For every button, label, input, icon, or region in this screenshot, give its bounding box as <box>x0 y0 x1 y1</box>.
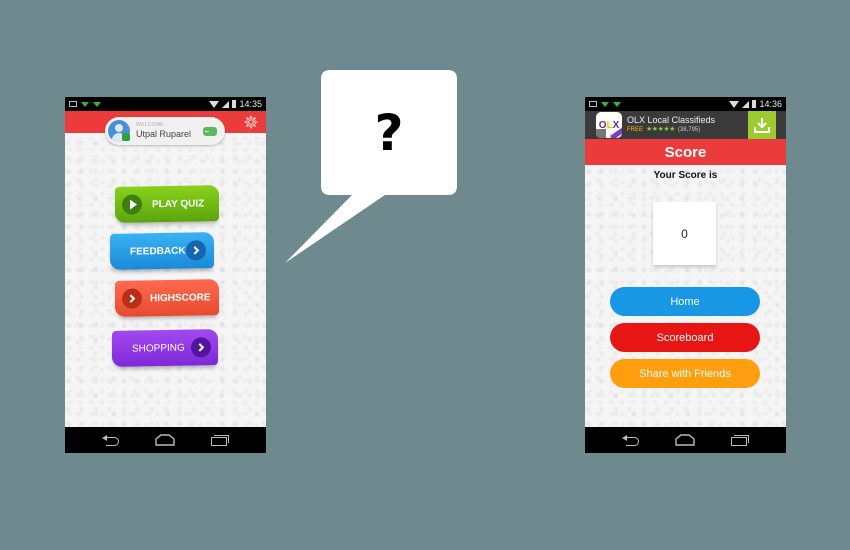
play-quiz-label: PLAY QUIZ <box>152 197 205 210</box>
question-mark: ? <box>374 104 403 162</box>
navigation-bar <box>65 427 266 453</box>
status-time: 14:36 <box>759 99 782 109</box>
highscore-label: HIGHSCORE <box>150 291 211 304</box>
chevron-right-icon <box>190 246 200 255</box>
signal-icon <box>222 100 230 108</box>
play-icon <box>129 199 137 210</box>
recent-apps-icon[interactable] <box>210 434 229 446</box>
highscore-button[interactable]: HIGHSCORE <box>115 279 219 317</box>
background-pattern <box>65 97 266 453</box>
speech-bubble: ? <box>285 70 457 263</box>
chevron-right-icon <box>195 343 205 352</box>
wifi-icon <box>729 100 740 108</box>
download-button[interactable] <box>748 111 776 139</box>
score-value: 0 <box>653 202 716 265</box>
profile-card[interactable]: WELCOME Utpal Ruparel <box>105 117 225 145</box>
battery-icon <box>232 100 237 108</box>
home-button[interactable]: Home <box>610 287 760 316</box>
feedback-label: FEEDBACK <box>130 245 186 258</box>
signal-icon <box>742 100 750 108</box>
shopping-button[interactable]: SHOPPING <box>112 329 218 367</box>
ad-banner[interactable]: OLX OLX Local Classifieds FREE ★★★★★ (38… <box>585 111 786 139</box>
score-title: Score <box>585 139 786 165</box>
play-quiz-button[interactable]: PLAY QUIZ <box>115 185 219 223</box>
download-notification-icon <box>601 101 609 107</box>
chevron-right-icon <box>126 294 136 303</box>
share-with-friends-button[interactable]: Share with Friends <box>610 359 760 388</box>
home-icon[interactable] <box>154 434 176 446</box>
phone-score-screen: 14:36 OLX OLX Local Classifieds FREE ★★★… <box>585 97 786 453</box>
image-notification-icon <box>69 101 77 107</box>
gear-icon[interactable] <box>244 115 258 129</box>
olx-logo: OLX <box>596 112 622 138</box>
status-bar: 14:36 <box>585 97 786 111</box>
back-icon[interactable] <box>622 435 640 446</box>
feedback-button[interactable]: FEEDBACK <box>110 232 214 270</box>
download-icon <box>754 118 770 133</box>
scoreboard-button[interactable]: Scoreboard <box>610 323 760 352</box>
ad-rating-stars: ★★★★★ <box>646 126 675 134</box>
ad-price: FREE <box>627 126 644 133</box>
image-notification-icon <box>589 101 597 107</box>
wifi-icon <box>209 100 220 108</box>
status-time: 14:35 <box>239 99 262 109</box>
gamepad-icon[interactable] <box>203 126 217 136</box>
download-notification-icon <box>613 101 621 107</box>
score-caption: Your Score is <box>653 170 718 181</box>
user-name: Utpal Ruparel <box>136 129 192 139</box>
navigation-bar <box>585 427 786 453</box>
battery-icon <box>752 100 757 108</box>
recent-apps-icon[interactable] <box>730 434 749 446</box>
phone-home-screen: 14:35 WELCOME Utpal Ruparel PLAY QUIZ FE… <box>65 97 266 453</box>
status-bar: 14:35 <box>65 97 266 111</box>
back-icon[interactable] <box>102 435 120 446</box>
ad-title: OLX Local Classifieds <box>627 115 716 126</box>
google-plus-badge-icon <box>122 133 130 141</box>
ad-rating-count: (38,795) <box>677 126 701 133</box>
shopping-label: SHOPPING <box>132 342 185 355</box>
home-icon[interactable] <box>674 434 696 446</box>
download-notification-icon <box>81 101 89 107</box>
welcome-label: WELCOME <box>136 122 164 128</box>
download-notification-icon <box>93 101 101 107</box>
